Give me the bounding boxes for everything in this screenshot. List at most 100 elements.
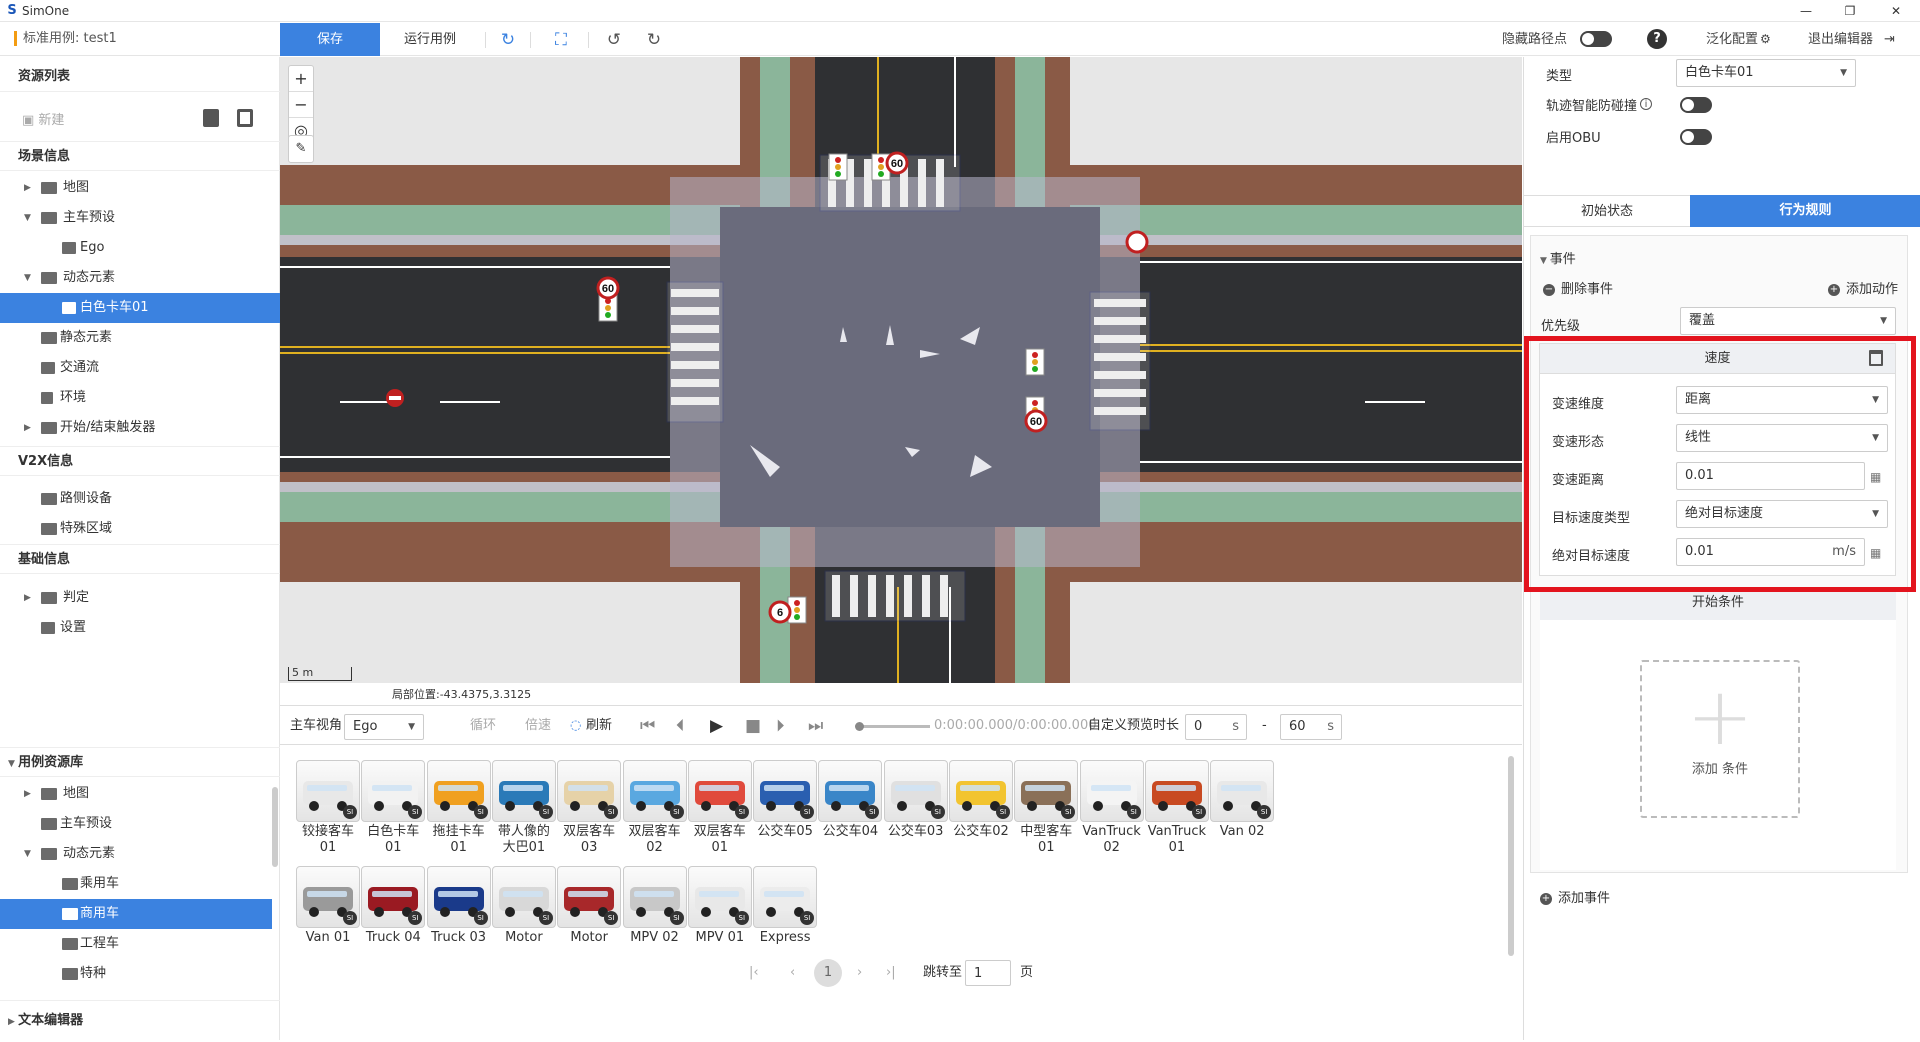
case-label: 标准用例: test1 <box>14 31 117 46</box>
tree-item-settings[interactable]: 设置 <box>0 613 280 643</box>
caret-right-icon[interactable]: ▶ <box>24 413 31 443</box>
traffic-light[interactable] <box>1025 348 1045 376</box>
tree-item-traffic[interactable]: 交通流 <box>0 353 280 383</box>
loop-button[interactable]: 循环 <box>470 706 496 746</box>
hide-path-toggle[interactable] <box>1580 31 1612 47</box>
type-value: 白色卡车01 <box>1685 65 1754 80</box>
step-forward-icon[interactable]: ⏵ <box>776 716 785 736</box>
tree-item-white-truck[interactable]: 白色卡车01 <box>0 293 280 323</box>
tree-item-special-area[interactable]: 特殊区域 <box>0 514 280 544</box>
event-header[interactable]: ▼ 事件 <box>1540 248 1576 267</box>
vehicle-card[interactable]: SI Van 02 <box>1202 760 1282 840</box>
next-page-icon[interactable]: › <box>857 960 862 986</box>
caret-right-icon[interactable]: ▶ <box>24 779 31 809</box>
delete-event-button[interactable]: − 删除事件 <box>1543 278 1613 297</box>
caret-down-icon[interactable]: ▼ <box>24 263 31 293</box>
help-icon[interactable]: ? <box>1647 29 1667 49</box>
add-action-button[interactable]: + 添加动作 <box>1828 278 1898 297</box>
priority-select[interactable]: 覆盖 ▼ <box>1680 307 1896 335</box>
speed-button[interactable]: 倍速 <box>525 706 551 746</box>
vehicle-wheel <box>439 801 450 811</box>
anti-collision-toggle[interactable] <box>1680 97 1712 113</box>
tree-item-dynamic[interactable]: ▼ 动态元素 <box>0 263 280 293</box>
speed-limit-sign[interactable]: 60 <box>885 151 909 175</box>
preview-start-input[interactable]: 0s <box>1185 714 1247 740</box>
map-canvas[interactable]: 60 60 60 6 + − ◎ ✎ 5 m <box>280 57 1522 683</box>
lib-item-special[interactable]: 特种 <box>0 959 272 989</box>
no-overtaking-sign[interactable] <box>1125 230 1149 254</box>
generalize-config-button[interactable]: 泛化配置 <box>1706 23 1758 56</box>
caret-right-icon[interactable]: ▶ <box>24 173 31 203</box>
refresh-icon[interactable]: ◌ <box>570 706 581 746</box>
add-event-button[interactable]: + 添加事件 <box>1540 887 1610 906</box>
last-page-icon[interactable]: ›| <box>886 960 896 986</box>
case-library-header[interactable]: ▼ 用例资源库 <box>0 747 280 777</box>
jump-page-input[interactable]: 1 <box>965 960 1011 986</box>
step-back-icon[interactable]: ⏴ <box>676 716 685 736</box>
caret-down-icon[interactable]: ▼ <box>24 203 31 233</box>
redo-icon[interactable]: ↻ <box>643 29 665 51</box>
info-icon[interactable]: i <box>1640 98 1652 110</box>
skip-end-icon[interactable]: ⏭ <box>808 716 823 736</box>
caret-right-icon[interactable]: ▶ <box>24 583 31 613</box>
type-select[interactable]: 白色卡车01 ▼ <box>1676 59 1856 87</box>
fit-view-icon[interactable]: ⛶ <box>550 29 572 51</box>
library-scrollbar[interactable] <box>272 787 278 867</box>
stop-icon[interactable]: ■ <box>745 716 761 736</box>
lib-item-dynamic[interactable]: ▼ 动态元素 <box>0 839 272 869</box>
run-case-button[interactable]: 运行用例 <box>390 23 470 56</box>
tree-item-roadside[interactable]: 路侧设备 <box>0 484 280 514</box>
refresh-button[interactable]: 刷新 <box>586 706 612 746</box>
prev-page-icon[interactable]: ‹ <box>790 960 795 986</box>
progress-slider[interactable] <box>855 722 930 731</box>
tree-item-trigger[interactable]: ▶ 开始/结束触发器 <box>0 413 280 443</box>
undo-icon[interactable]: ↺ <box>603 29 625 51</box>
lib-item-commercial[interactable]: 商用车 <box>0 899 272 929</box>
speed-limit-sign[interactable]: 60 <box>596 276 620 300</box>
maximize-button[interactable]: ❐ <box>1830 0 1870 22</box>
intersection-map[interactable]: 60 60 60 6 <box>280 57 1522 683</box>
close-button[interactable]: ✕ <box>1876 0 1916 22</box>
exit-editor-button[interactable]: 退出编辑器 <box>1808 23 1873 56</box>
tree-item-static[interactable]: 静态元素 <box>0 323 280 353</box>
add-condition-button[interactable]: + 添加 条件 <box>1640 660 1800 818</box>
tree-item-map[interactable]: ▶ 地图 <box>0 173 280 203</box>
save-button[interactable]: 保存 <box>280 23 380 56</box>
tree-item-judge[interactable]: ▶ 判定 <box>0 583 280 613</box>
caret-down-icon[interactable]: ▼ <box>24 839 31 869</box>
gear-icon[interactable]: ⚙ <box>1760 23 1771 56</box>
current-page[interactable]: 1 <box>814 959 842 987</box>
text-editor-toggle[interactable]: ▶ 文本编辑器 <box>0 1000 280 1040</box>
speed-limit-sign[interactable]: 60 <box>1024 409 1048 433</box>
trash-icon[interactable] <box>203 109 219 127</box>
skip-start-icon[interactable]: ⏮ <box>640 716 655 736</box>
ruler-icon[interactable]: ✎ <box>289 136 313 162</box>
vehicle-card[interactable]: SI Express <box>745 866 825 946</box>
zoom-in-button[interactable]: + <box>289 66 313 92</box>
reset-view-icon[interactable]: ↻ <box>497 29 519 51</box>
first-page-icon[interactable]: |‹ <box>749 960 759 986</box>
tab-behavior-rules[interactable]: 行为规则 <box>1690 195 1920 227</box>
lib-item-map[interactable]: ▶ 地图 <box>0 779 272 809</box>
view-select[interactable]: Ego ▼ <box>344 714 424 740</box>
traffic-light[interactable] <box>828 153 848 181</box>
minimize-button[interactable]: — <box>1786 0 1826 22</box>
lib-item-ego-preset[interactable]: 主车预设 <box>0 809 272 839</box>
lib-item-engineering[interactable]: 工程车 <box>0 929 272 959</box>
new-button[interactable]: ▣ 新建 <box>22 109 64 128</box>
tree-item-ego-preset[interactable]: ▼ 主车预设 <box>0 203 280 233</box>
obu-toggle[interactable] <box>1680 129 1712 145</box>
speed-limit-sign[interactable]: 6 <box>768 600 792 624</box>
exit-icon[interactable]: ⇥ <box>1884 23 1895 56</box>
preview-end-input[interactable]: 60 s <box>1280 714 1342 740</box>
library-scrollbar[interactable] <box>1508 756 1514 956</box>
copy-icon[interactable] <box>237 109 253 127</box>
zoom-out-button[interactable]: − <box>289 92 313 118</box>
vehicle-window <box>764 785 805 791</box>
tab-initial-state[interactable]: 初始状态 <box>1524 195 1690 227</box>
tree-item-ego[interactable]: Ego <box>0 233 280 263</box>
play-icon[interactable]: ▶ <box>710 716 723 736</box>
lib-item-passenger[interactable]: 乘用车 <box>0 869 272 899</box>
tree-item-environment[interactable]: 环境 <box>0 383 280 413</box>
svg-text:60: 60 <box>1030 416 1042 428</box>
